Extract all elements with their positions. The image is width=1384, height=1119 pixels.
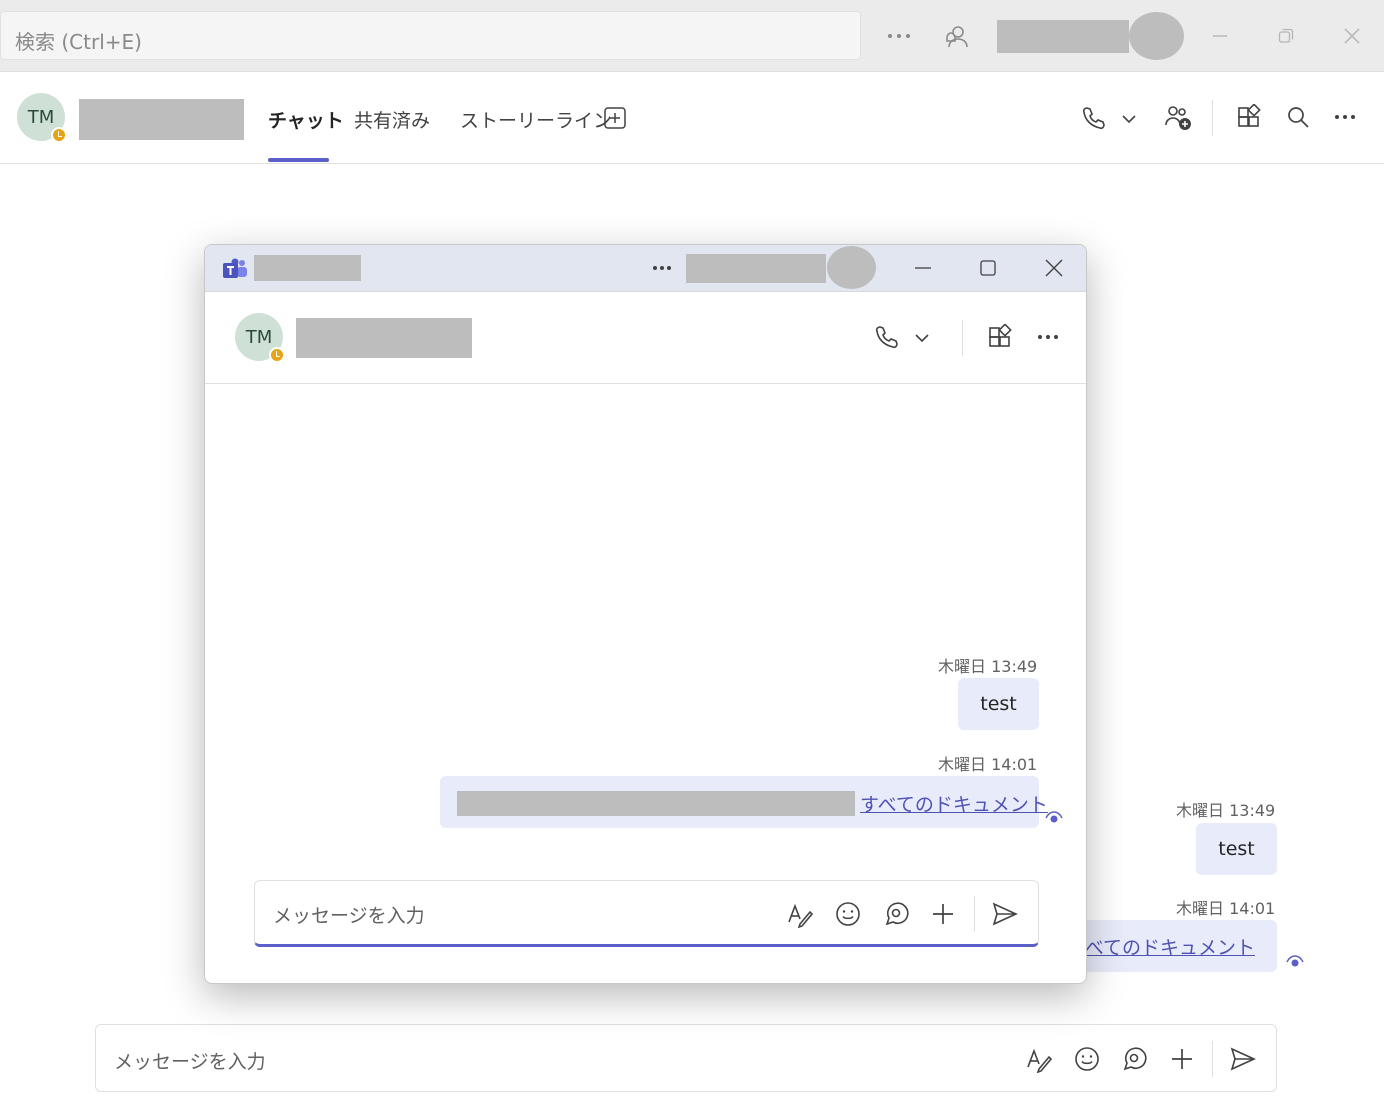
chat-title-redacted — [79, 99, 244, 140]
search-input[interactable]: 検索 (Ctrl+E) — [0, 11, 861, 60]
message-timestamp: 木曜日 13:49 — [938, 657, 1038, 676]
avatar-initials: TM — [27, 106, 55, 128]
chat-header: TM チャット 共有済み ストーリーライン — [0, 72, 1384, 164]
compose-divider — [1212, 1041, 1213, 1077]
compose-placeholder: メッセージを入力 — [114, 1051, 266, 1073]
message-bubble[interactable]: すべてのドキュメント — [440, 776, 1048, 828]
more-options-icon[interactable] — [1330, 105, 1360, 129]
tab-storyline[interactable]: ストーリーライン — [460, 106, 612, 133]
header-divider — [1212, 100, 1213, 136]
minimize-icon[interactable] — [1206, 22, 1234, 50]
header-divider — [962, 320, 963, 356]
message-timestamp: 木曜日 14:01 — [1176, 899, 1276, 918]
tab-shared[interactable]: 共有済み — [354, 106, 430, 133]
teams-logo-icon — [222, 257, 248, 281]
message-compose-box[interactable]: メッセージを入力 — [95, 1024, 1277, 1092]
user-name-redacted — [997, 20, 1129, 53]
more-options-icon[interactable] — [649, 258, 675, 278]
apps-icon[interactable] — [1234, 102, 1264, 132]
close-icon[interactable] — [1338, 22, 1366, 50]
maximize-icon[interactable] — [975, 255, 1001, 281]
message-content-redacted — [457, 791, 855, 816]
message-text: test — [980, 693, 1017, 715]
message-text: test — [1218, 838, 1255, 860]
emoji-icon[interactable] — [1072, 1044, 1102, 1074]
loop-icon[interactable] — [1119, 1044, 1149, 1074]
avatar-initials: TM — [245, 326, 273, 348]
send-icon[interactable] — [1227, 1044, 1259, 1074]
apps-icon[interactable] — [985, 322, 1015, 352]
format-icon[interactable] — [785, 899, 815, 929]
minimize-icon[interactable] — [910, 255, 936, 281]
restore-icon[interactable] — [1272, 22, 1300, 50]
title-bar: 検索 (Ctrl+E) — [0, 0, 1384, 72]
seen-icon — [1044, 809, 1064, 825]
message-bubble[interactable]: test — [1196, 823, 1277, 875]
send-icon[interactable] — [989, 899, 1021, 929]
close-icon[interactable] — [1041, 255, 1067, 281]
popout-title-redacted — [254, 255, 361, 281]
add-people-icon[interactable] — [1162, 102, 1194, 134]
add-icon[interactable] — [928, 899, 958, 929]
format-icon[interactable] — [1024, 1044, 1054, 1074]
popout-title-bar — [205, 245, 1086, 292]
message-timestamp: 木曜日 14:01 — [938, 755, 1038, 774]
avatar[interactable]: TM — [235, 313, 285, 363]
more-options-icon[interactable] — [1034, 326, 1062, 348]
popout-compose-box[interactable]: メッセージを入力 — [254, 880, 1039, 947]
call-icon[interactable] — [1078, 102, 1108, 134]
profile-avatar-redacted[interactable] — [1129, 12, 1184, 60]
search-placeholder: 検索 (Ctrl+E) — [15, 30, 142, 54]
message-bubble[interactable]: test — [958, 678, 1039, 730]
loop-icon[interactable] — [881, 899, 911, 929]
call-icon[interactable] — [871, 322, 901, 352]
chevron-down-icon[interactable] — [911, 327, 933, 349]
more-options-icon[interactable] — [884, 22, 914, 50]
popout-chat-title-redacted — [296, 318, 472, 358]
avatar[interactable]: TM — [17, 93, 67, 143]
tab-chat[interactable]: チャット — [268, 106, 344, 133]
presence-away-icon — [269, 347, 285, 363]
popout-user-redacted — [686, 254, 826, 283]
message-timestamp: 木曜日 13:49 — [1176, 801, 1276, 820]
emoji-icon[interactable] — [833, 899, 863, 929]
compose-divider — [974, 896, 975, 932]
search-icon[interactable] — [1283, 102, 1313, 132]
add-icon[interactable] — [1167, 1044, 1197, 1074]
popout-chat-header: TM — [205, 292, 1086, 384]
chevron-down-icon[interactable] — [1118, 108, 1140, 130]
seen-icon — [1285, 953, 1305, 969]
popout-avatar-redacted — [827, 246, 876, 289]
popout-chat-window: TM 木曜日 13:49 test 木曜日 14:01 すべてのドキュメント メ… — [204, 244, 1087, 984]
documents-link[interactable]: すべてのドキュメント — [860, 790, 1048, 817]
presence-away-icon — [51, 127, 67, 143]
active-tab-indicator — [268, 158, 329, 162]
add-tab-icon[interactable] — [602, 105, 628, 131]
compose-placeholder: メッセージを入力 — [273, 905, 425, 927]
notification-person-icon[interactable] — [940, 20, 974, 54]
